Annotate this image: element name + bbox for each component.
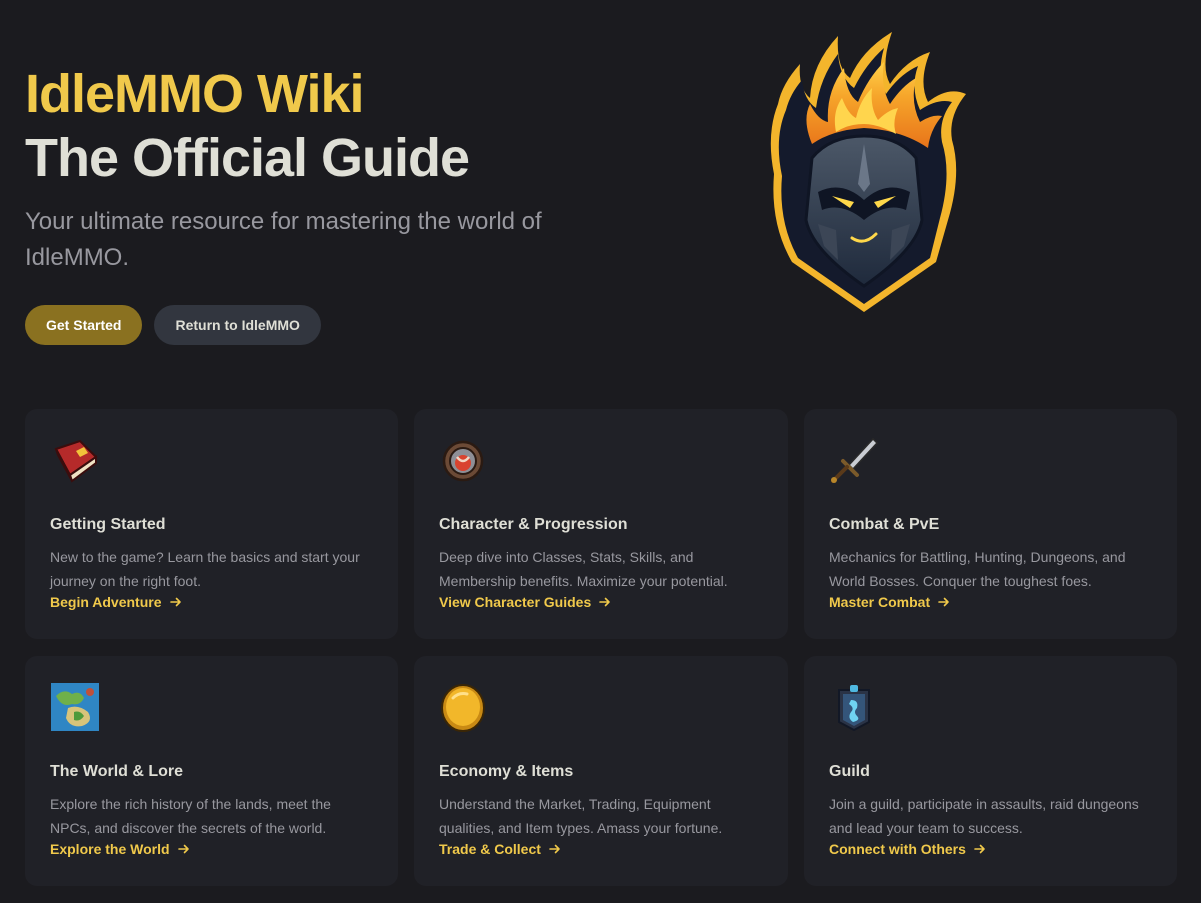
feature-cards: Getting Started New to the game? Learn t… (25, 409, 1177, 886)
card-title: Character & Progression (439, 516, 628, 533)
gold-coin-icon (441, 684, 485, 732)
card-title: Guild (829, 763, 870, 780)
begin-adventure-link[interactable]: Begin Adventure (50, 590, 182, 614)
guild-banner-icon (838, 685, 870, 732)
red-book-icon (54, 439, 98, 483)
view-character-guides-link[interactable]: View Character Guides (439, 590, 611, 614)
feature-card-character-progression[interactable]: Character & Progression Deep dive into C… (414, 409, 788, 639)
card-link-label: Connect with Others (829, 841, 966, 857)
arrow-right-icon (169, 597, 181, 607)
get-started-button[interactable]: Get Started (25, 305, 143, 345)
feature-card-economy-items[interactable]: Economy & Items Understand the Market, T… (414, 656, 788, 886)
card-description: Understand the Market, Trading, Equipmen… (439, 796, 723, 836)
card-description: Join a guild, participate in assaults, r… (829, 796, 1139, 836)
card-link-label: View Character Guides (439, 594, 592, 610)
hero-actions: Get Started Return to IdleMMO (25, 305, 321, 345)
card-link-label: Explore the World (50, 841, 170, 857)
arrow-right-icon (974, 844, 985, 854)
card-description: Deep dive into Classes, Stats, Skills, a… (439, 549, 728, 589)
arrow-right-icon (549, 844, 560, 854)
feature-card-guild[interactable]: Guild Join a guild, participate in assau… (804, 656, 1177, 886)
sword-icon (831, 437, 879, 483)
master-combat-link[interactable]: Master Combat (829, 590, 950, 614)
arrow-right-icon (599, 597, 611, 607)
card-title: Economy & Items (439, 763, 574, 780)
connect-with-others-link[interactable]: Connect with Others (829, 837, 986, 861)
feature-card-getting-started[interactable]: Getting Started New to the game? Learn t… (25, 409, 398, 639)
flaming-knight-logo-icon (770, 32, 966, 312)
card-description: New to the game? Learn the basics and st… (50, 549, 360, 589)
world-map-icon (51, 683, 99, 731)
card-title: Combat & PvE (829, 516, 940, 533)
card-description: Explore the rich history of the lands, m… (50, 796, 331, 836)
card-link-label: Master Combat (829, 594, 931, 610)
explore-the-world-link[interactable]: Explore the World (50, 837, 190, 861)
return-to-idlemmo-button[interactable]: Return to IdleMMO (154, 305, 321, 345)
amulet-icon (442, 440, 484, 482)
arrow-right-icon (938, 597, 949, 607)
wiki-home-page: IdleMMO Wiki The Official Guide Your ult… (0, 0, 1201, 903)
trade-and-collect-link[interactable]: Trade & Collect (439, 837, 561, 861)
card-link-label: Begin Adventure (50, 594, 162, 610)
card-description: Mechanics for Battling, Hunting, Dungeon… (829, 549, 1126, 589)
card-title: The World & Lore (50, 763, 184, 780)
hero-heading: IdleMMO Wiki The Official Guide (25, 62, 645, 190)
hero-text: IdleMMO Wiki The Official Guide Your ult… (25, 62, 645, 276)
hero-title: The Official Guide (25, 128, 470, 188)
hero-tagline: Your ultimate resource for mastering the… (25, 208, 542, 271)
feature-card-world-lore[interactable]: The World & Lore Explore the rich histor… (25, 656, 398, 886)
arrow-right-icon (177, 844, 189, 854)
card-link-label: Trade & Collect (439, 841, 541, 857)
feature-card-combat-pve[interactable]: Combat & PvE Mechanics for Battling, Hun… (804, 409, 1177, 639)
card-title: Getting Started (50, 516, 166, 533)
hero-name: IdleMMO Wiki (25, 64, 365, 124)
